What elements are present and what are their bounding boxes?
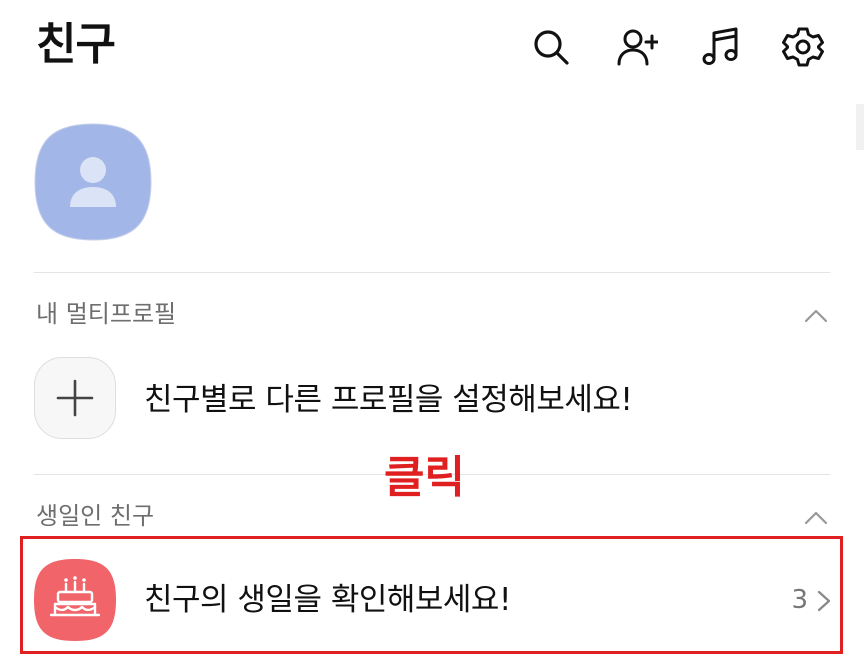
- friends-screen: 친구 내 멀티프로필 친구별로 다른 프로필을 설정해보세요! 클릭 생일인 친…: [0, 0, 864, 663]
- plus-icon: [56, 379, 94, 417]
- birthday-count: 3: [791, 585, 808, 615]
- chevron-right-icon: [817, 590, 831, 612]
- multi-profile-prompt[interactable]: 친구별로 다른 프로필을 설정해보세요!: [144, 379, 633, 421]
- add-multi-profile-button[interactable]: [34, 357, 116, 439]
- collapse-birthday-icon[interactable]: [804, 510, 828, 526]
- multi-profile-section-label: 내 멀티프로필: [36, 300, 177, 328]
- add-friend-icon[interactable]: [614, 24, 660, 70]
- divider: [34, 272, 830, 273]
- collapse-multi-profile-icon[interactable]: [804, 308, 828, 324]
- birthday-section-label: 생일인 친구: [36, 502, 155, 530]
- search-icon[interactable]: [528, 24, 574, 70]
- my-profile-avatar[interactable]: [34, 123, 152, 241]
- page-title: 친구: [36, 19, 116, 70]
- music-icon[interactable]: [698, 24, 744, 70]
- birthday-prompt: 친구의 생일을 확인해보세요!: [144, 582, 511, 618]
- settings-icon[interactable]: [780, 24, 826, 70]
- scrollbar-edge: [856, 104, 864, 150]
- click-annotation: 클릭: [384, 452, 465, 503]
- birthday-cake-icon: [33, 558, 117, 642]
- header: 친구: [0, 0, 864, 96]
